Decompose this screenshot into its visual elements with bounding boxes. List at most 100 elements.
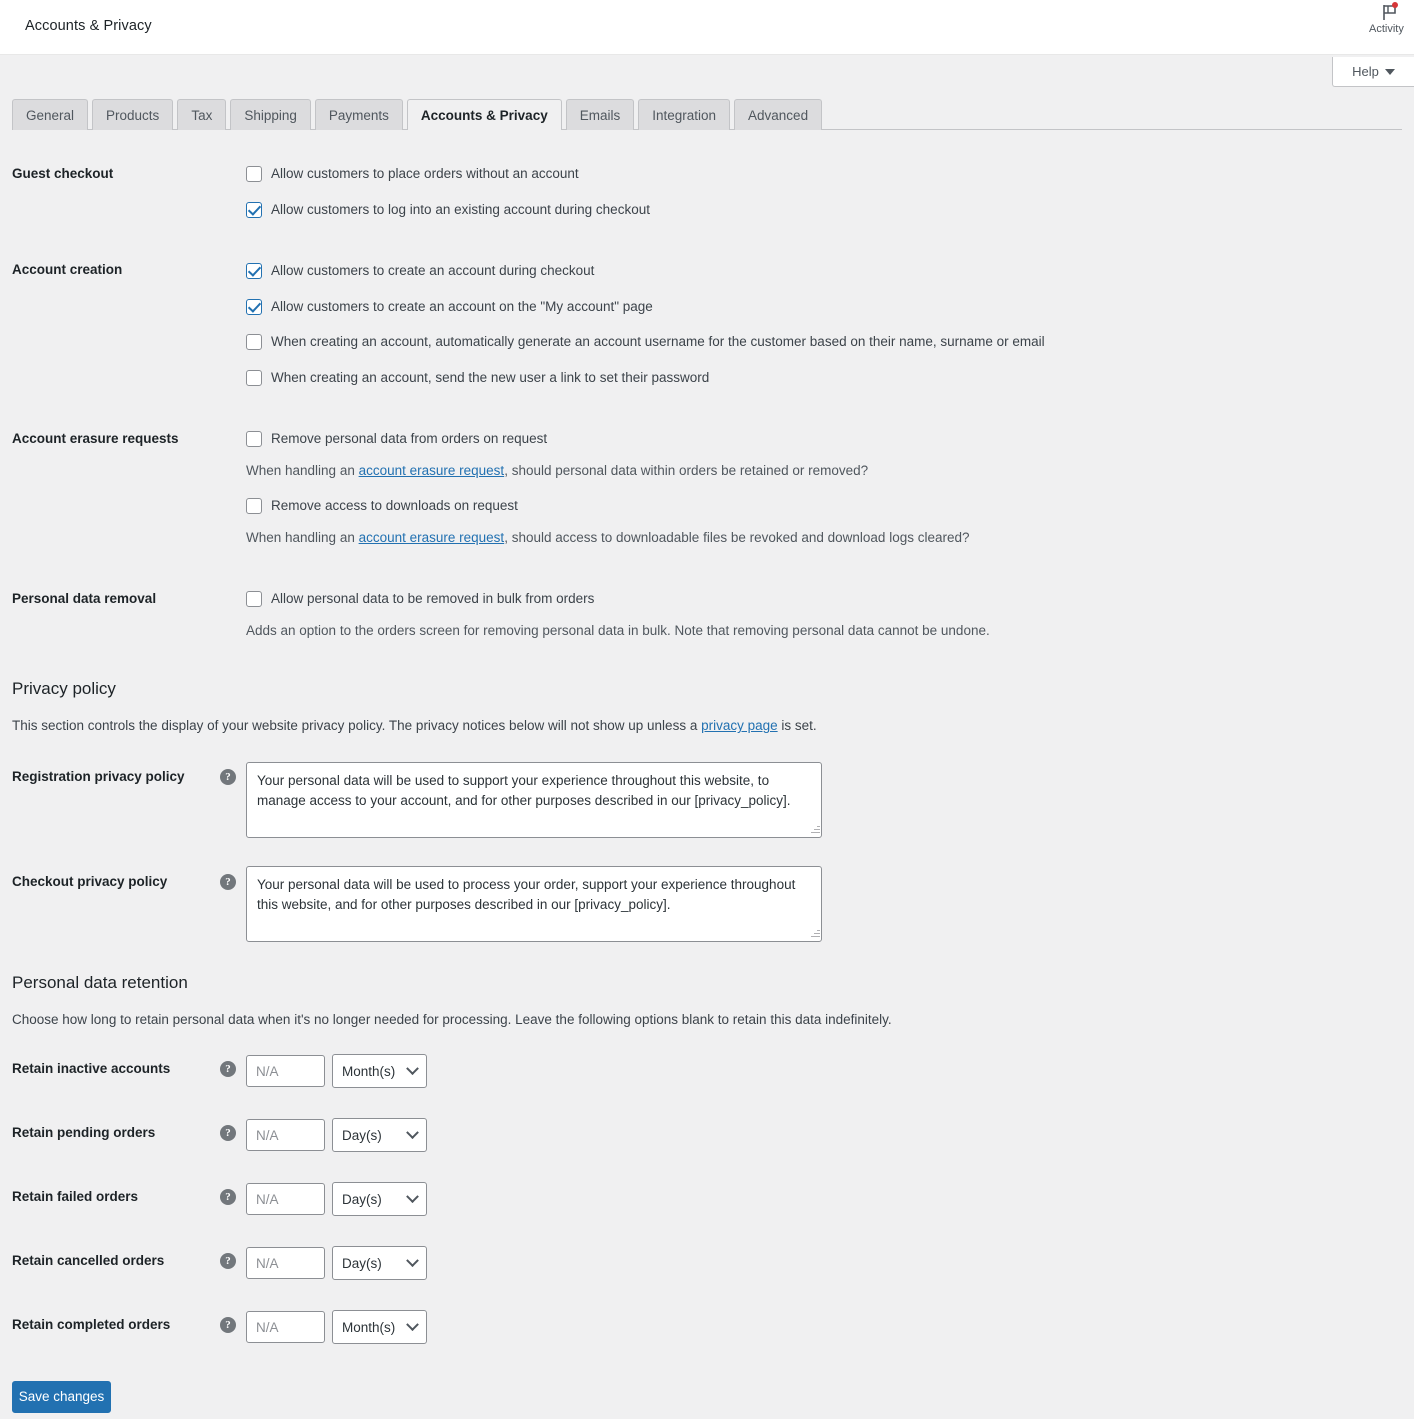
checkbox-label[interactable]: Remove personal data from orders on requ… bbox=[271, 430, 547, 447]
label-registration-privacy-policy: Registration privacy policy bbox=[12, 769, 185, 784]
description-text: , should access to downloadable files be… bbox=[504, 530, 970, 545]
checkbox-generate-username[interactable] bbox=[246, 334, 262, 350]
checkbox-label[interactable]: Allow personal data to be removed in bul… bbox=[271, 590, 594, 607]
tab-products[interactable]: Products bbox=[92, 99, 174, 130]
checkbox-row-create-on-my-account[interactable]: Allow customers to create an account on … bbox=[246, 298, 653, 315]
chevron-down-icon bbox=[406, 1317, 419, 1331]
label-retain-completed-orders: Retain completed orders bbox=[12, 1317, 171, 1332]
checkbox-send-password-setup-link[interactable] bbox=[246, 370, 262, 386]
checkbox-create-account-during-checkout[interactable] bbox=[246, 263, 262, 279]
checkbox-row-create-during-checkout[interactable]: Allow customers to create an account dur… bbox=[246, 262, 594, 279]
checkbox-create-account-my-account-page[interactable] bbox=[246, 299, 262, 315]
page-title: Accounts & Privacy bbox=[25, 18, 152, 34]
select-unit-retain-completed-orders[interactable]: Month(s) bbox=[332, 1310, 427, 1344]
description-text: When handling an bbox=[246, 530, 359, 545]
label-retain-cancelled-orders: Retain cancelled orders bbox=[12, 1253, 165, 1268]
input-retain-cancelled-orders[interactable] bbox=[246, 1247, 325, 1279]
checkbox-label[interactable]: Allow customers to create an account on … bbox=[271, 298, 653, 315]
label-account-erasure-requests: Account erasure requests bbox=[12, 431, 179, 446]
label-personal-data-removal: Personal data removal bbox=[12, 591, 157, 606]
select-unit-value: Month(s) bbox=[342, 1063, 396, 1079]
label-retain-inactive-accounts: Retain inactive accounts bbox=[12, 1061, 171, 1076]
tab-emails[interactable]: Emails bbox=[565, 99, 635, 130]
checkbox-label[interactable]: When creating an account, send the new u… bbox=[271, 369, 709, 386]
help-icon-checkout-privacy-policy[interactable]: ? bbox=[220, 874, 236, 890]
help-icon-retain-cancelled-orders[interactable]: ? bbox=[220, 1253, 236, 1269]
description-erasure-downloads: When handling an account erasure request… bbox=[246, 530, 970, 545]
help-button[interactable]: Help bbox=[1332, 57, 1414, 87]
tab-accounts-privacy[interactable]: Accounts & Privacy bbox=[406, 99, 562, 131]
help-button-label: Help bbox=[1352, 64, 1379, 79]
chevron-down-icon bbox=[406, 1253, 419, 1267]
checkbox-row-guest-orders[interactable]: Allow customers to place orders without … bbox=[246, 165, 579, 182]
checkbox-label[interactable]: When creating an account, automatically … bbox=[271, 333, 1045, 350]
label-checkout-privacy-policy: Checkout privacy policy bbox=[12, 874, 168, 889]
intro-text: This section controls the display of you… bbox=[12, 718, 702, 733]
settings-tabs: General Products Tax Shipping Payments Accoun… bbox=[12, 99, 826, 131]
checkbox-allow-login-during-checkout[interactable] bbox=[246, 202, 262, 218]
chevron-down-icon bbox=[406, 1125, 419, 1139]
checkbox-row-bulk-personal-data-removal[interactable]: Allow personal data to be removed in bul… bbox=[246, 590, 594, 607]
checkbox-remove-access-to-downloads[interactable] bbox=[246, 498, 262, 514]
checkbox-row-remove-personal-data-orders[interactable]: Remove personal data from orders on requ… bbox=[246, 430, 547, 447]
select-unit-value: Day(s) bbox=[342, 1255, 382, 1271]
select-unit-retain-pending-orders[interactable]: Day(s) bbox=[332, 1118, 427, 1152]
activity-widget[interactable]: Activity bbox=[1368, 2, 1412, 35]
registration-privacy-policy-textarea[interactable] bbox=[246, 762, 822, 838]
select-unit-value: Month(s) bbox=[342, 1319, 396, 1335]
checkbox-remove-personal-data-from-orders[interactable] bbox=[246, 431, 262, 447]
select-unit-value: Day(s) bbox=[342, 1191, 382, 1207]
description-erasure-orders: When handling an account erasure request… bbox=[246, 463, 868, 478]
intro-text: is set. bbox=[777, 718, 817, 733]
help-icon-retain-failed-orders[interactable]: ? bbox=[220, 1189, 236, 1205]
description-text: When handling an bbox=[246, 463, 359, 478]
save-changes-button[interactable]: Save changes bbox=[12, 1381, 111, 1413]
select-unit-value: Day(s) bbox=[342, 1127, 382, 1143]
chevron-down-icon bbox=[406, 1061, 419, 1075]
checkbox-label[interactable]: Allow customers to place orders without … bbox=[271, 165, 579, 182]
input-retain-failed-orders[interactable] bbox=[246, 1183, 325, 1215]
checkbox-row-remove-download-access[interactable]: Remove access to downloads on request bbox=[246, 497, 518, 514]
activity-label: Activity bbox=[1369, 23, 1404, 35]
checkbox-allow-bulk-personal-data-removal[interactable] bbox=[246, 591, 262, 607]
tab-advanced[interactable]: Advanced bbox=[734, 99, 823, 130]
label-retain-failed-orders: Retain failed orders bbox=[12, 1189, 139, 1204]
privacy-page-link[interactable]: privacy page bbox=[701, 718, 778, 733]
tab-integration[interactable]: Integration bbox=[638, 99, 731, 130]
checkbox-label[interactable]: Remove access to downloads on request bbox=[271, 497, 518, 514]
checkbox-row-generate-username[interactable]: When creating an account, automatically … bbox=[246, 333, 1045, 350]
checkbox-allow-guest-orders[interactable] bbox=[246, 166, 262, 182]
label-retain-pending-orders: Retain pending orders bbox=[12, 1125, 156, 1140]
checkbox-label[interactable]: Allow customers to create an account dur… bbox=[271, 262, 594, 279]
account-erasure-request-link[interactable]: account erasure request bbox=[359, 530, 505, 545]
description-text: , should personal data within orders be … bbox=[504, 463, 869, 478]
select-unit-retain-inactive-accounts[interactable]: Month(s) bbox=[332, 1054, 427, 1088]
chevron-down-icon bbox=[1384, 68, 1395, 75]
checkout-privacy-policy-textarea[interactable] bbox=[246, 866, 822, 942]
help-icon-retain-inactive-accounts[interactable]: ? bbox=[220, 1061, 236, 1077]
intro-personal-data-retention: Choose how long to retain personal data … bbox=[12, 1012, 892, 1027]
input-retain-inactive-accounts[interactable] bbox=[246, 1055, 325, 1087]
tab-tax[interactable]: Tax bbox=[177, 99, 227, 130]
label-account-creation: Account creation bbox=[12, 262, 123, 277]
tab-general[interactable]: General bbox=[12, 99, 89, 130]
help-icon-registration-privacy-policy[interactable]: ? bbox=[220, 769, 236, 785]
account-erasure-request-link[interactable]: account erasure request bbox=[359, 463, 505, 478]
intro-privacy-policy: This section controls the display of you… bbox=[12, 718, 817, 733]
select-unit-retain-cancelled-orders[interactable]: Day(s) bbox=[332, 1246, 427, 1280]
tab-shipping[interactable]: Shipping bbox=[230, 99, 311, 130]
help-icon-retain-pending-orders[interactable]: ? bbox=[220, 1125, 236, 1141]
flag-icon bbox=[1379, 2, 1401, 22]
admin-bar: Accounts & Privacy Activity bbox=[0, 0, 1414, 55]
help-icon-retain-completed-orders[interactable]: ? bbox=[220, 1317, 236, 1333]
checkbox-row-guest-login[interactable]: Allow customers to log into an existing … bbox=[246, 201, 650, 218]
input-retain-pending-orders[interactable] bbox=[246, 1119, 325, 1151]
description-personal-data-removal: Adds an option to the orders screen for … bbox=[246, 623, 990, 638]
tab-payments[interactable]: Payments bbox=[314, 99, 403, 130]
heading-privacy-policy: Privacy policy bbox=[12, 679, 116, 698]
input-retain-completed-orders[interactable] bbox=[246, 1311, 325, 1343]
checkbox-label[interactable]: Allow customers to log into an existing … bbox=[271, 201, 650, 218]
select-unit-retain-failed-orders[interactable]: Day(s) bbox=[332, 1182, 427, 1216]
checkbox-row-send-password-link[interactable]: When creating an account, send the new u… bbox=[246, 369, 709, 386]
label-guest-checkout: Guest checkout bbox=[12, 166, 114, 181]
